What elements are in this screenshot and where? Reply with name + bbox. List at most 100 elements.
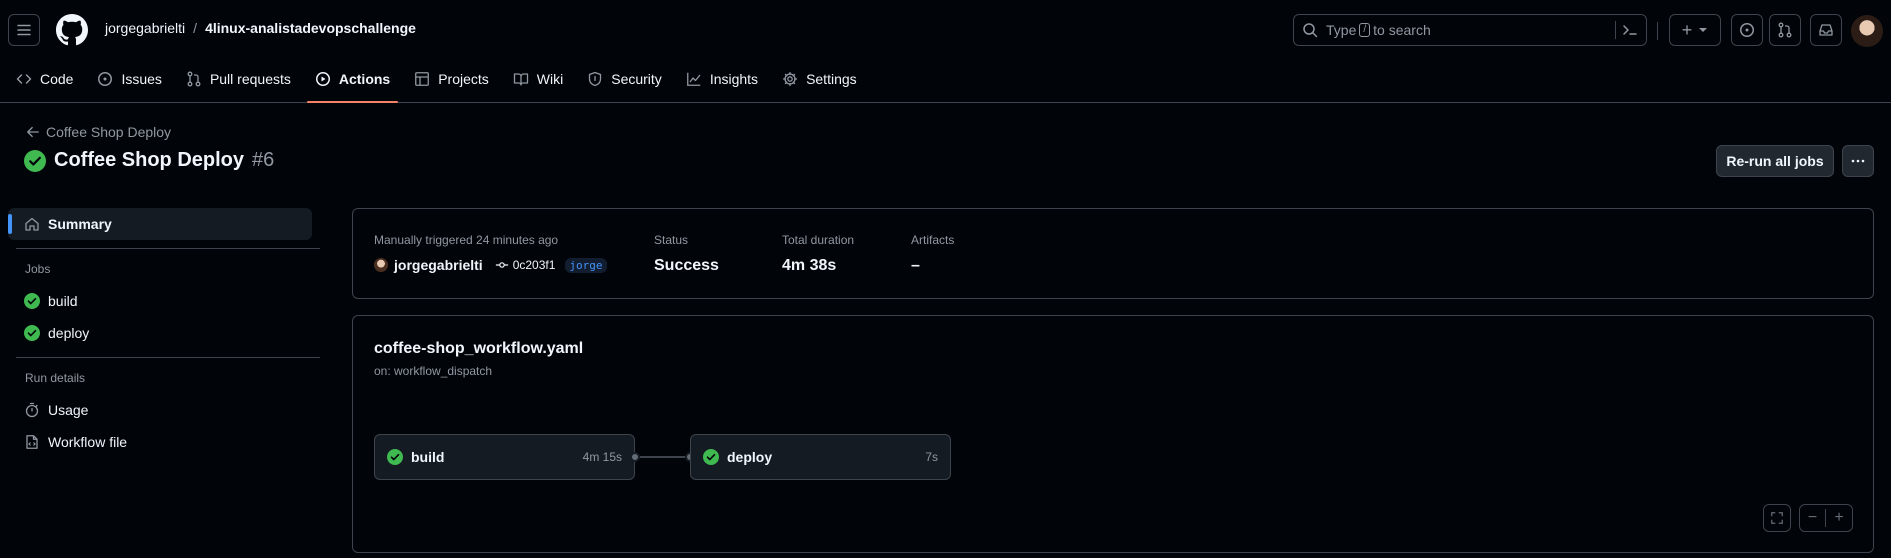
status-value: Success [654, 257, 719, 274]
tab-label: Actions [338, 71, 391, 87]
code-icon [16, 74, 32, 84]
sidebar-item-usage[interactable]: Usage [8, 394, 312, 426]
tab-label: Code [40, 71, 74, 87]
sidebar-item-label: Workflow file [48, 434, 128, 450]
zoom-out-button[interactable]: − [1800, 509, 1826, 527]
back-to-workflow-link[interactable]: Coffee Shop Deploy [26, 124, 171, 140]
job-name: deploy [727, 449, 773, 465]
check-circle-fill-icon [24, 293, 40, 309]
inbox-icon [1819, 24, 1833, 36]
sidebar-item-label: build [48, 293, 78, 309]
tab-label: Insights [709, 71, 759, 87]
artifacts-label: Artifacts [911, 233, 955, 247]
repo-nav: Code Issues Pull requests Actions Projec… [0, 62, 1891, 103]
git-pull-request-icon [1778, 22, 1792, 38]
sidebar-item-job-deploy[interactable]: deploy [8, 317, 312, 349]
check-circle-fill-icon [24, 149, 46, 172]
arrow-left-icon [27, 126, 39, 138]
tab-settings[interactable]: Settings [774, 62, 865, 96]
book-icon [513, 73, 528, 86]
repo-breadcrumb: jorgegabrielti / 4linux-analistadevopsch… [105, 20, 416, 36]
rerun-all-jobs-button[interactable]: Re-run all jobs [1716, 145, 1834, 177]
plus-icon: + [1681, 19, 1693, 40]
tab-label: Issues [121, 71, 162, 87]
search-placeholder-prefix: Type [1326, 22, 1357, 38]
inbox-button[interactable] [1810, 14, 1842, 46]
command-palette-icon[interactable] [1622, 22, 1638, 38]
repo-owner-link[interactable]: jorgegabrielti [105, 20, 185, 36]
actor-link[interactable]: jorgegabrielti [394, 257, 483, 273]
check-circle-fill-icon [703, 449, 719, 465]
issue-opened-icon [1740, 23, 1754, 37]
job-duration: 4m 15s [582, 450, 622, 464]
repo-name-link[interactable]: 4linux-analistadevopschallenge [205, 20, 416, 36]
sidebar-divider [16, 357, 320, 358]
tab-wiki[interactable]: Wiki [505, 62, 571, 96]
commit-sha: 0c203f1 [512, 258, 556, 272]
run-summary-card: Manually triggered 24 minutes ago jorgeg… [352, 208, 1874, 299]
fullscreen-button[interactable] [1763, 504, 1791, 532]
tab-code[interactable]: Code [8, 62, 81, 96]
back-link-label: Coffee Shop Deploy [46, 124, 172, 140]
shield-icon [589, 71, 602, 87]
duration-column: Total duration 4m 38s [782, 233, 854, 275]
check-circle-fill-icon [387, 449, 403, 465]
duration-label: Total duration [782, 233, 855, 247]
gear-icon [782, 71, 798, 87]
play-icon [315, 72, 330, 86]
actor-avatar [374, 258, 388, 272]
page-title: Coffee Shop Deploy #6 [24, 149, 274, 172]
artifacts-value: – [911, 257, 920, 274]
header-divider [1657, 22, 1658, 40]
more-options-button[interactable] [1842, 145, 1874, 177]
tab-security[interactable]: Security [579, 62, 670, 96]
zoom-in-button[interactable]: + [1826, 509, 1852, 527]
jobs-heading: Jobs [25, 262, 51, 276]
tab-projects[interactable]: Projects [406, 62, 497, 96]
job-node-deploy[interactable]: deploy 7s [690, 434, 951, 480]
hamburger-menu-button[interactable] [8, 14, 40, 46]
tab-label: Settings [806, 71, 857, 87]
run-number: #6 [252, 149, 275, 171]
pull-requests-button[interactable] [1769, 14, 1801, 46]
github-logo-icon[interactable] [56, 14, 88, 46]
tab-insights[interactable]: Insights [678, 62, 766, 96]
tab-label: Projects [438, 71, 489, 87]
user-avatar[interactable] [1851, 15, 1883, 47]
run-title: Coffee Shop Deploy [54, 149, 245, 171]
run-sidebar: Summary Jobs build deploy Run details Us… [8, 208, 320, 458]
connector-dot-start [630, 452, 640, 462]
artifacts-column: Artifacts – [911, 233, 954, 275]
sidebar-item-label: deploy [48, 325, 90, 341]
pull-request-icon [187, 71, 201, 87]
status-label: Status [654, 233, 689, 247]
create-new-button[interactable]: + [1669, 14, 1721, 46]
sidebar-divider [16, 248, 320, 249]
sidebar-item-summary[interactable]: Summary [8, 208, 312, 240]
search-shortcut-key: / [1359, 23, 1371, 37]
search-icon [1303, 23, 1318, 38]
workflow-file-name[interactable]: coffee-shop_workflow.yaml [374, 340, 583, 358]
branch-label[interactable]: jorge [565, 257, 607, 273]
zoom-controls: − + [1799, 504, 1853, 532]
trigger-details: jorgegabrielti 0c203f1 jorge [374, 257, 607, 273]
commit-link[interactable]: 0c203f1 [495, 258, 556, 272]
breadcrumb-separator: / [193, 20, 198, 36]
job-node-build[interactable]: build 4m 15s [374, 434, 635, 480]
job-duration: 7s [925, 450, 938, 464]
workflow-graph: coffee-shop_workflow.yaml on: workflow_d… [352, 315, 1874, 553]
search-placeholder-suffix: to search [1373, 22, 1431, 38]
trigger-column: Manually triggered 24 minutes ago jorgeg… [374, 233, 607, 273]
sidebar-item-job-build[interactable]: build [8, 285, 312, 317]
hamburger-icon [17, 24, 31, 36]
file-code-icon [26, 435, 38, 449]
search-input[interactable]: Type / to search [1293, 14, 1647, 46]
tab-pull-requests[interactable]: Pull requests [178, 62, 299, 96]
issues-button[interactable] [1731, 14, 1763, 46]
tab-actions[interactable]: Actions [306, 62, 399, 103]
duration-value: 4m 38s [782, 257, 837, 274]
tab-issues[interactable]: Issues [89, 62, 169, 96]
triangle-down-icon [1699, 28, 1708, 32]
sidebar-item-workflow-file[interactable]: Workflow file [8, 426, 312, 458]
git-commit-icon [495, 262, 508, 268]
